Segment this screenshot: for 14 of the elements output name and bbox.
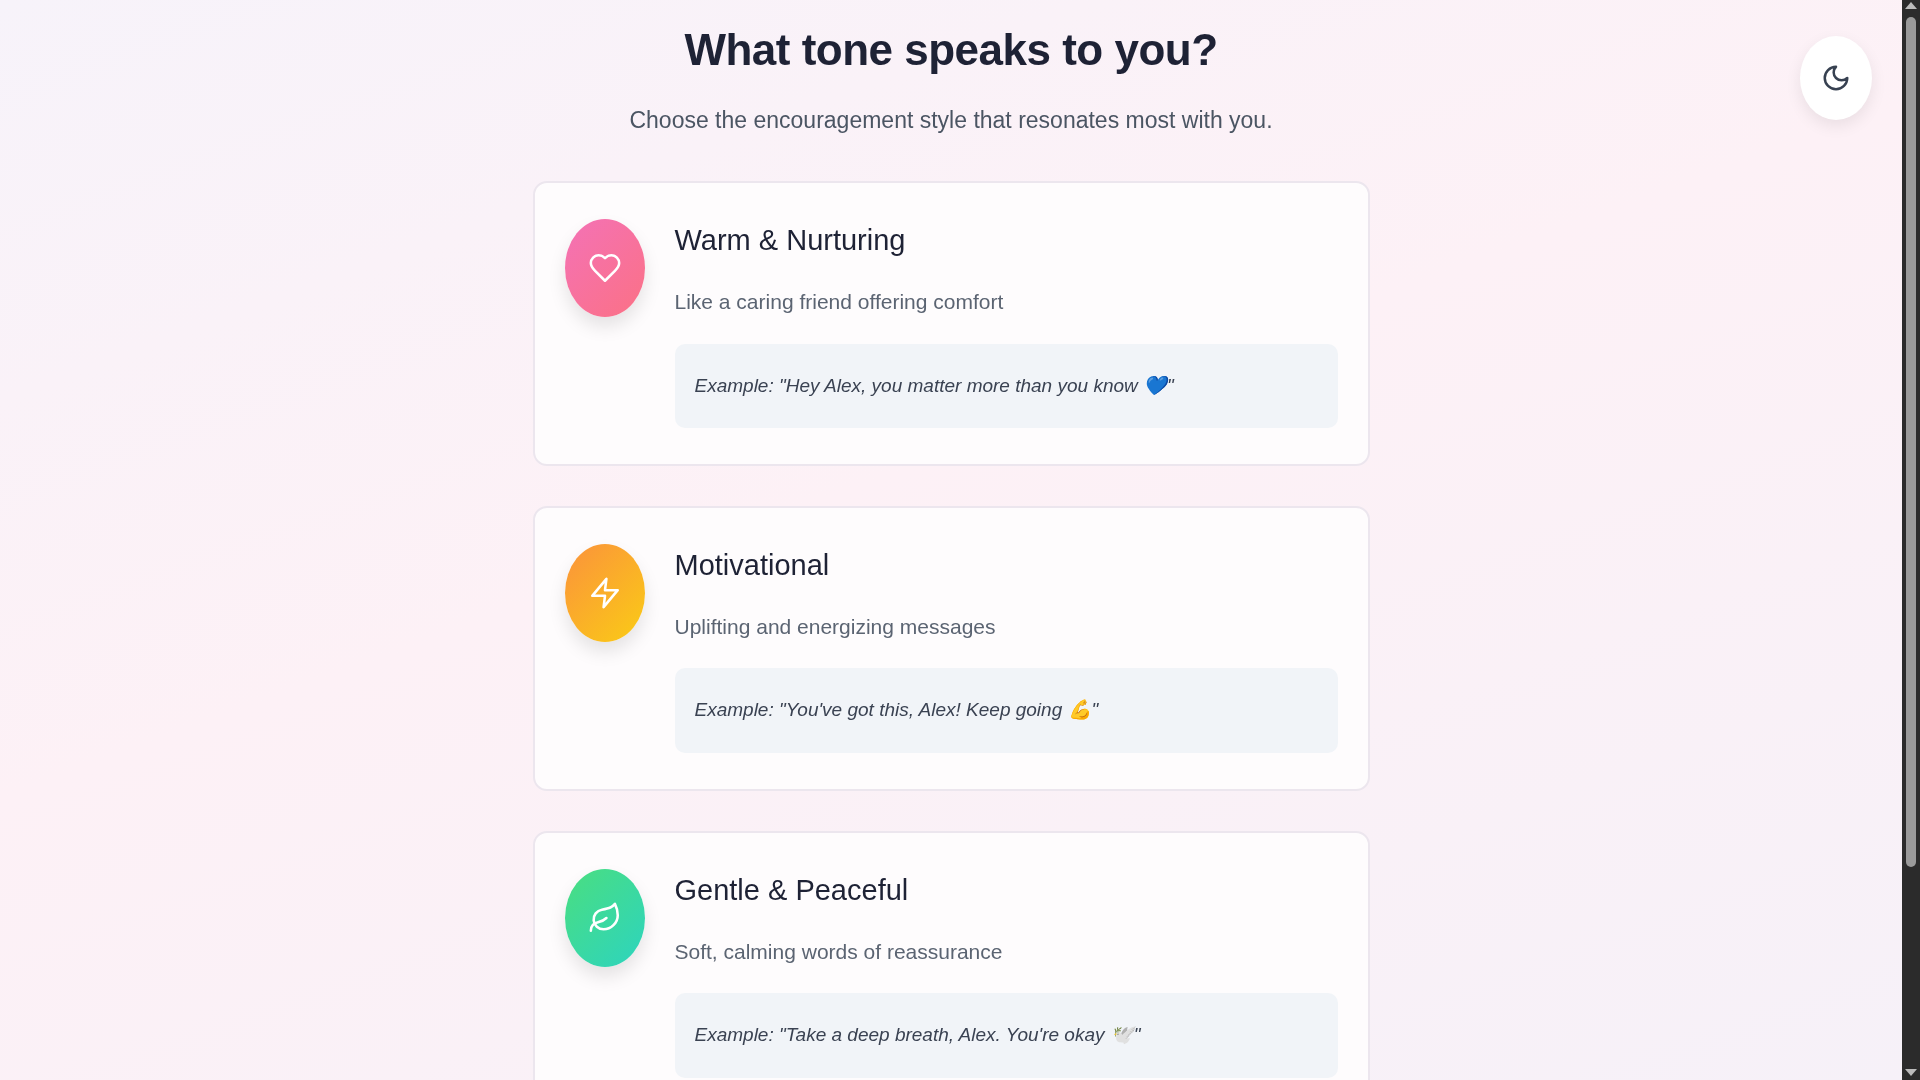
example-quote: Example: "Hey Alex, you matter more than you know 💙" — [674, 343, 1338, 429]
page-subheading: Choose the encouragement style that resonates most with you. — [628, 105, 1274, 135]
scrollbar[interactable] — [1902, 0, 1920, 1080]
tone-description: Uplifting and energizing messages — [674, 613, 997, 640]
tone-description: Like a caring friend offering comfort — [674, 289, 1005, 316]
tone-title: Motivational — [674, 548, 831, 583]
tone-description: Soft, calming words of reassurance — [674, 938, 1004, 965]
example-quote: Example: "Take a deep breath, Alex. You're okay 🕊" — [674, 993, 1338, 1078]
tone-title: Gentle & Peaceful — [674, 872, 910, 908]
tone-title: Warm & Nurturing — [674, 223, 907, 259]
moon-icon — [1821, 63, 1851, 93]
page-heading: What tone speaks to you? — [683, 24, 1219, 76]
leaf-icon — [587, 900, 622, 935]
example-quote: Example: "You've got this, Alex! Keep going 💪" — [674, 668, 1338, 753]
